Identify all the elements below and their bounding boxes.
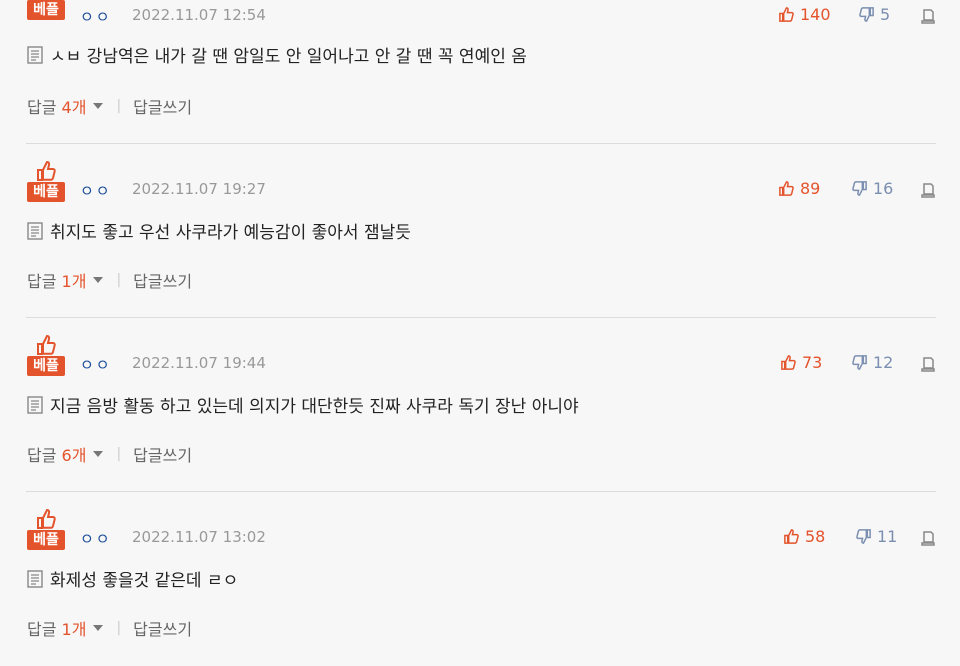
best-badge: 베플 — [27, 0, 65, 20]
write-reply-link[interactable]: 답글쓰기 — [133, 268, 192, 292]
separator: | — [116, 98, 122, 114]
comment-item: 베플 ㅇㅇ 2022.11.07 13:02 58 11 화제성 좋을것 같은데… — [0, 492, 960, 666]
thumbs-down-icon — [852, 355, 867, 370]
dislike-button[interactable]: 11 — [855, 527, 897, 546]
document-icon — [27, 569, 43, 588]
thumbs-up-icon — [779, 7, 794, 22]
document-icon — [27, 395, 43, 414]
comment-text: 지금 음방 활동 하고 있는데 의지가 대단한듯 진짜 사쿠라 독기 장난 아니… — [27, 392, 579, 417]
like-count: 58 — [805, 527, 826, 546]
comment-item: 베플 ㅇㅇ 2022.11.07 19:44 73 12 지금 음방 활동 하고… — [0, 318, 960, 492]
best-label: 베플 — [27, 0, 65, 20]
caret-down-icon[interactable] — [92, 102, 104, 110]
reply-label: 답글 — [27, 446, 57, 465]
best-label: 베플 — [27, 530, 65, 550]
thumbs-down-icon — [852, 181, 867, 196]
report-icon[interactable] — [920, 356, 936, 372]
author-nickname[interactable]: ㅇㅇ — [80, 528, 112, 549]
separator: | — [116, 620, 122, 636]
reply-toggle[interactable]: 답글 4개 — [27, 94, 86, 118]
reply-label: 답글 — [27, 272, 57, 291]
thumbs-up-icon — [779, 181, 794, 196]
thumbs-up-icon — [781, 355, 796, 370]
reply-label: 답글 — [27, 98, 57, 117]
separator: | — [116, 272, 122, 288]
comment-date: 2022.11.07 19:27 — [132, 180, 266, 198]
comment-date: 2022.11.07 19:44 — [132, 354, 266, 372]
author-nickname[interactable]: ㅇㅇ — [80, 354, 112, 375]
author-nickname[interactable]: ㅇㅇ — [80, 180, 112, 201]
like-button[interactable]: 89 — [778, 179, 820, 198]
reply-count: 1개 — [61, 272, 87, 291]
reply-count: 4개 — [61, 98, 87, 117]
reply-row: 답글 6개 | 답글쓰기 — [27, 442, 192, 466]
like-count: 89 — [800, 179, 821, 198]
comment-body: ㅅㅂ 강남역은 내가 갈 땐 암일도 안 일어나고 안 갈 땐 꼭 연예인 옴 — [50, 47, 527, 67]
report-icon[interactable] — [920, 182, 936, 198]
reply-toggle[interactable]: 답글 1개 — [27, 268, 86, 292]
reply-row: 답글 4개 | 답글쓰기 — [27, 94, 192, 118]
reply-row: 답글 1개 | 답글쓰기 — [27, 268, 192, 292]
caret-down-icon[interactable] — [92, 624, 104, 632]
comment-text: 취지도 좋고 우선 사쿠라가 예능감이 좋아서 잼날듯 — [27, 218, 411, 243]
like-count: 140 — [800, 5, 831, 24]
best-label: 베플 — [27, 182, 65, 202]
write-reply-link[interactable]: 답글쓰기 — [133, 442, 192, 466]
best-badge: 베플 — [27, 160, 65, 202]
like-button[interactable]: 73 — [780, 353, 822, 372]
report-icon[interactable] — [920, 8, 936, 24]
separator: | — [116, 446, 122, 462]
best-thumbs-up-icon — [37, 334, 56, 355]
like-count: 73 — [802, 353, 823, 372]
dislike-button[interactable]: 5 — [858, 5, 890, 24]
like-button[interactable]: 58 — [783, 527, 825, 546]
best-thumbs-up-icon — [37, 160, 56, 181]
dislike-button[interactable]: 16 — [851, 179, 893, 198]
comment-date: 2022.11.07 12:54 — [132, 6, 266, 24]
dislike-button[interactable]: 12 — [851, 353, 893, 372]
comment-item: 베플 ㅇㅇ 2022.11.07 19:27 89 16 취지도 좋고 우선 사… — [0, 144, 960, 318]
best-badge: 베플 — [27, 334, 65, 376]
best-badge: 베플 — [27, 508, 65, 550]
comment-text: 화제성 좋을것 같은데 ㄹㅇ — [27, 566, 238, 591]
reply-label: 답글 — [27, 620, 57, 639]
reply-count: 6개 — [61, 446, 87, 465]
like-button[interactable]: 140 — [778, 5, 831, 24]
report-icon[interactable] — [920, 530, 936, 546]
comment-date: 2022.11.07 13:02 — [132, 528, 266, 546]
reply-toggle[interactable]: 답글 1개 — [27, 616, 86, 640]
dislike-count: 5 — [880, 5, 891, 24]
comment-body: 지금 음방 활동 하고 있는데 의지가 대단한듯 진짜 사쿠라 독기 장난 아니… — [50, 397, 579, 417]
document-icon — [27, 45, 43, 64]
best-label: 베플 — [27, 356, 65, 376]
dislike-count: 12 — [873, 353, 894, 372]
thumbs-down-icon — [859, 7, 874, 22]
comment-text: ㅅㅂ 강남역은 내가 갈 땐 암일도 안 일어나고 안 갈 땐 꼭 연예인 옴 — [27, 42, 527, 67]
dislike-count: 16 — [873, 179, 894, 198]
write-reply-link[interactable]: 답글쓰기 — [133, 616, 192, 640]
caret-down-icon[interactable] — [92, 450, 104, 458]
reply-count: 1개 — [61, 620, 87, 639]
document-icon — [27, 221, 43, 240]
caret-down-icon[interactable] — [92, 276, 104, 284]
thumbs-down-icon — [856, 529, 871, 544]
write-reply-link[interactable]: 답글쓰기 — [133, 94, 192, 118]
author-nickname[interactable]: ㅇㅇ — [80, 6, 112, 27]
comment-body: 취지도 좋고 우선 사쿠라가 예능감이 좋아서 잼날듯 — [50, 223, 411, 243]
dislike-count: 11 — [877, 527, 898, 546]
comment-body: 화제성 좋을것 같은데 ㄹㅇ — [50, 571, 239, 591]
thumbs-up-icon — [784, 529, 799, 544]
best-thumbs-up-icon — [37, 508, 56, 529]
reply-row: 답글 1개 | 답글쓰기 — [27, 616, 192, 640]
reply-toggle[interactable]: 답글 6개 — [27, 442, 86, 466]
